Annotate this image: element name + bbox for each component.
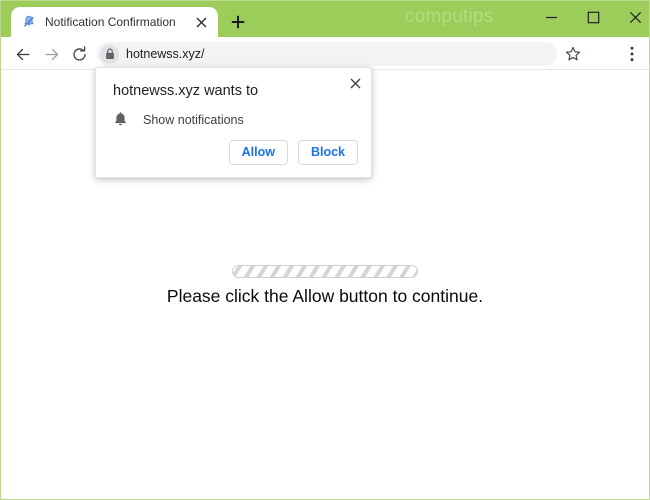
star-icon xyxy=(565,46,581,61)
forward-icon xyxy=(45,48,58,60)
block-button[interactable]: Block xyxy=(297,140,358,165)
close-icon xyxy=(629,11,641,23)
dialog-title: hotnewss.xyz wants to xyxy=(113,83,259,99)
tab-title: Notification Confirmation xyxy=(45,15,176,29)
close-icon xyxy=(350,78,360,88)
new-tab-button[interactable] xyxy=(225,9,251,35)
bell-icon xyxy=(115,112,126,126)
reload-icon xyxy=(72,45,86,61)
three-dot-menu-icon xyxy=(630,46,634,62)
dialog-close-button[interactable] xyxy=(345,73,365,93)
back-button[interactable] xyxy=(10,41,36,67)
browser-window: computips Notification Confirmation hotn… xyxy=(0,0,650,500)
browser-tab[interactable]: Notification Confirmation xyxy=(11,7,218,37)
minimize-icon xyxy=(545,16,557,18)
watermark-text: computips xyxy=(405,6,494,27)
browser-toolbar: hotnewss.xyz/ xyxy=(1,37,649,102)
address-bar-url: hotnewss.xyz/ xyxy=(126,47,205,61)
permission-label: Show notifications xyxy=(143,112,244,127)
page-message: Please click the Allow button to continu… xyxy=(166,286,484,306)
notification-blocked-icon xyxy=(23,15,34,27)
minimize-window-button[interactable] xyxy=(529,1,573,33)
bookmark-star-button[interactable] xyxy=(561,42,585,66)
close-icon xyxy=(196,17,206,27)
lock-glyph xyxy=(105,48,114,59)
maximize-icon xyxy=(587,11,599,23)
progress-bar-stripes xyxy=(233,266,417,277)
browser-menu-button[interactable] xyxy=(620,42,644,66)
close-window-button[interactable] xyxy=(613,1,649,33)
title-bar: computips Notification Confirmation xyxy=(1,1,649,37)
tab-close-button[interactable] xyxy=(192,13,210,31)
back-icon xyxy=(16,48,29,60)
forward-button[interactable] xyxy=(38,41,64,67)
progress-bar xyxy=(232,265,418,278)
plus-icon xyxy=(231,15,245,29)
notification-permission-dialog: hotnewss.xyz wants to Show notifications… xyxy=(95,67,372,178)
lock-icon[interactable] xyxy=(100,44,119,64)
maximize-window-button[interactable] xyxy=(571,1,615,33)
permission-row: Show notifications xyxy=(113,111,244,128)
address-bar[interactable]: hotnewss.xyz/ xyxy=(97,42,557,66)
dialog-actions: Allow Block xyxy=(228,140,358,165)
reload-button[interactable] xyxy=(66,41,92,67)
allow-button[interactable]: Allow xyxy=(228,140,288,165)
